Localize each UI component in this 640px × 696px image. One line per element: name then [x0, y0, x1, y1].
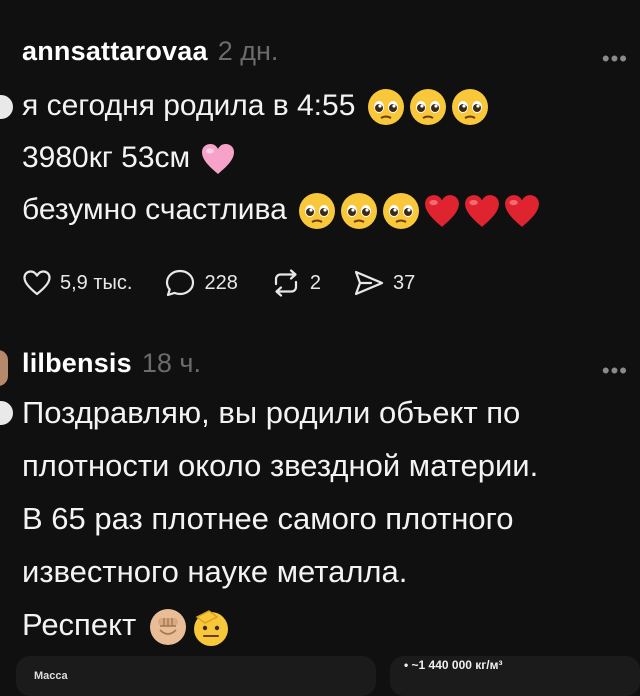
post-header: lilbensis 18 ч.: [22, 348, 201, 384]
pleading-face-icon: [381, 191, 421, 231]
more-options-button[interactable]: •••: [602, 358, 628, 384]
raised-fist-icon: [147, 606, 189, 648]
media-card-label: Macca: [34, 670, 68, 682]
post-line-text: В 65 раз плотнее самого плотного: [22, 501, 514, 536]
share-count: 37: [392, 271, 416, 294]
pleading-face-icon: [408, 87, 448, 127]
post-time: 18 ч.: [141, 348, 201, 378]
post-line-text: Респект: [22, 607, 137, 642]
comment-count: 228: [204, 271, 238, 294]
comment-button[interactable]: 228: [164, 268, 238, 298]
media-card[interactable]: • ~1 440 000 кг/м³: [390, 656, 640, 696]
post-line-text: я сегодня родила в 4:55: [22, 89, 356, 122]
avatar-thread-connector: [0, 92, 16, 122]
avatar[interactable]: [0, 350, 8, 386]
post-line-text: 3980кг 53см: [22, 141, 191, 174]
username[interactable]: annsattarovaa: [22, 36, 208, 67]
pink-heart-icon: [200, 142, 236, 176]
media-card[interactable]: Macca: [16, 656, 376, 696]
like-button[interactable]: 5,9 тыс.: [22, 269, 132, 297]
post-actions: 5,9 тыс. 228 2 37: [22, 266, 447, 300]
repost-button[interactable]: 2: [270, 268, 321, 298]
share-button[interactable]: 37: [353, 268, 415, 298]
heart-outline-icon: [22, 269, 52, 297]
pleading-face-icon: [366, 87, 406, 127]
like-count: 5,9 тыс.: [60, 271, 133, 294]
post-line-text: безумно счастлива: [22, 193, 287, 226]
post-line-text: Поздравляю, вы родили объект по: [22, 395, 521, 430]
saluting-face-icon: [191, 607, 231, 647]
post-line: безумно счастлива: [22, 184, 624, 236]
post-header: annsattarovaa 2 дн.: [22, 36, 278, 72]
post-body: я сегодня родила в 4:55 3980кг 53см безу…: [22, 80, 624, 236]
post-line: 3980кг 53см: [22, 132, 624, 184]
pleading-face-icon: [339, 191, 379, 231]
post-time: 2 дн.: [217, 36, 279, 66]
repost-count: 2: [309, 271, 321, 294]
post-body: Поздравляю, вы родили объект по плотност…: [22, 386, 624, 651]
red-heart-icon: [463, 193, 501, 229]
post-line-text: плотности около звездной материи.: [22, 448, 539, 483]
post-line-text: известного науке металла.: [22, 554, 408, 589]
repost-icon: [270, 268, 302, 298]
media-card-value: • ~1 440 000 кг/м³: [404, 658, 503, 672]
red-heart-icon: [423, 193, 461, 229]
red-heart-icon: [503, 193, 541, 229]
send-icon: [353, 268, 385, 298]
username[interactable]: lilbensis: [22, 348, 132, 379]
comment-bubble-icon: [164, 268, 196, 298]
pleading-face-icon: [297, 191, 337, 231]
post-line: я сегодня родила в 4:55: [22, 80, 624, 132]
post-line: Респект: [22, 598, 624, 651]
avatar-thread-connector: [0, 398, 16, 428]
more-options-button[interactable]: •••: [602, 46, 628, 72]
pleading-face-icon: [450, 87, 490, 127]
